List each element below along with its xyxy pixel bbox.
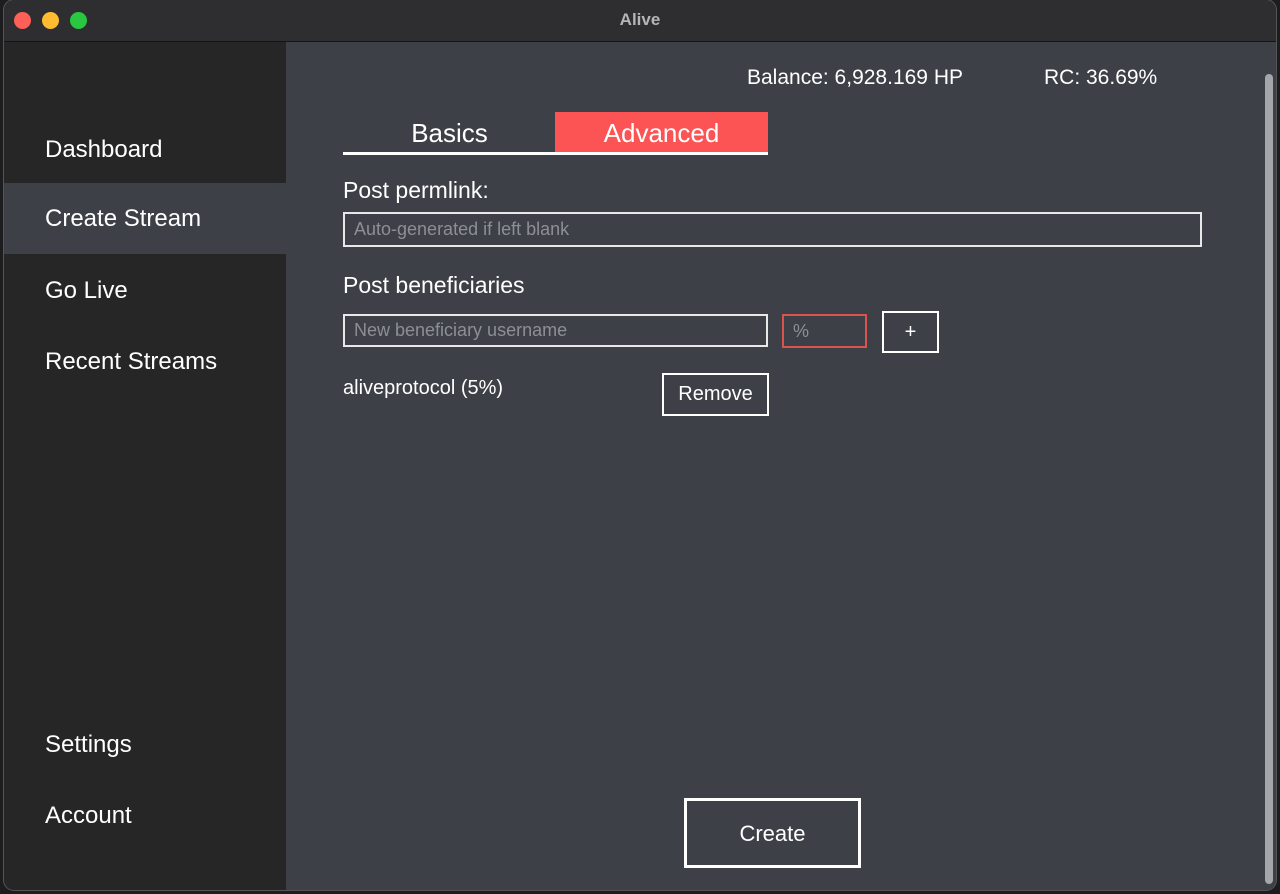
app-window: Alive Dashboard Create Stream Go Live Re… (4, 0, 1276, 890)
window-title: Alive (619, 10, 661, 29)
sidebar-item-settings[interactable]: Settings (4, 709, 286, 780)
tab-advanced[interactable]: Advanced (555, 112, 768, 155)
title-bar: Alive (4, 0, 1276, 42)
permlink-input[interactable] (343, 212, 1202, 247)
tab-basics[interactable]: Basics (343, 112, 556, 155)
scrollbar[interactable] (1262, 62, 1276, 890)
main-content: Balance: 6,928.169 HP RC: 36.69% Basics … (286, 42, 1276, 890)
beneficiary-username-input[interactable] (343, 314, 768, 347)
sidebar: Dashboard Create Stream Go Live Recent S… (4, 42, 286, 890)
sidebar-item-dashboard[interactable]: Dashboard (4, 114, 286, 185)
beneficiaries-label: Post beneficiaries (343, 272, 525, 298)
scrollbar-thumb[interactable] (1265, 74, 1273, 884)
sidebar-item-account[interactable]: Account (4, 780, 286, 851)
sidebar-item-recent-streams[interactable]: Recent Streams (4, 326, 286, 397)
create-button[interactable]: Create (684, 798, 861, 868)
permlink-label: Post permlink: (343, 177, 489, 203)
balance-display: Balance: 6,928.169 HP (747, 66, 963, 89)
add-beneficiary-button[interactable]: + (882, 311, 939, 353)
beneficiary-entry: aliveprotocol (5%) (343, 377, 504, 399)
sidebar-item-go-live[interactable]: Go Live (4, 255, 286, 326)
sidebar-item-create-stream[interactable]: Create Stream (4, 183, 286, 254)
beneficiary-percent-input[interactable] (782, 314, 867, 348)
remove-beneficiary-button[interactable]: Remove (662, 373, 769, 416)
rc-display: RC: 36.69% (1044, 66, 1158, 89)
